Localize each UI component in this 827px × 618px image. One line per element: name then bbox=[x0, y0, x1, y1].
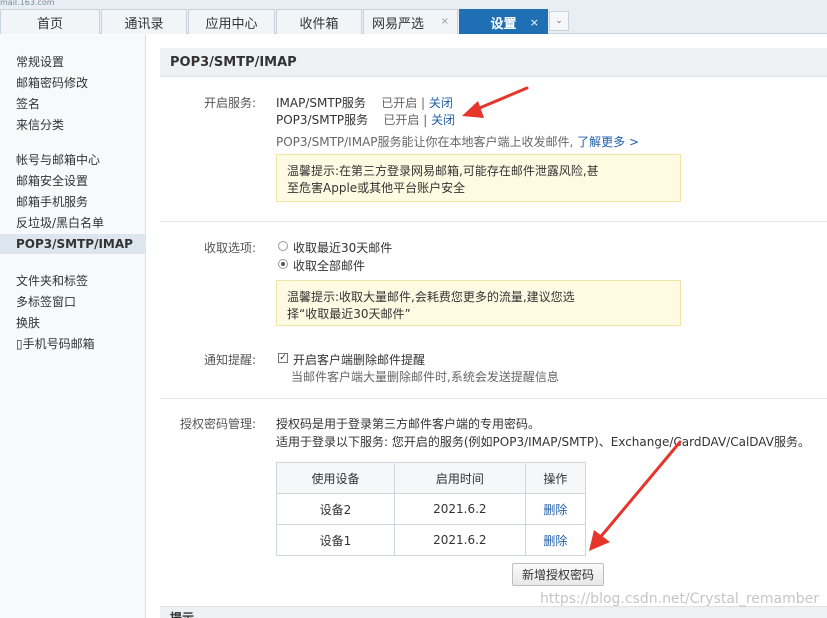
service-name: IMAP/SMTP服务 bbox=[276, 96, 366, 110]
auth-devices-table: 使用设备 启用时间 操作 设备2 2021.6.2 删除 设备1 2021.6.… bbox=[276, 462, 587, 556]
close-icon[interactable]: × bbox=[530, 16, 539, 29]
auth-label: 授权密码管理: bbox=[179, 417, 256, 431]
delete-link[interactable]: 删除 bbox=[543, 503, 567, 517]
notify-description: 当邮件客户端大量删除邮件时,系统会发送提醒信息 bbox=[291, 370, 559, 384]
column-header: 操作 bbox=[524, 462, 587, 494]
table-row: 设备1 2021.6.2 删除 bbox=[276, 524, 587, 556]
date-cell: 2021.6.2 bbox=[393, 524, 526, 556]
tab-label: 应用中心 bbox=[205, 16, 258, 32]
receive-label: 收取选项: bbox=[203, 241, 256, 255]
action-cell: 删除 bbox=[524, 493, 587, 525]
auth-line-1: 授权码是用于登录第三方邮件客户端的专用密码。 bbox=[276, 417, 541, 431]
option-label: 收取全部邮件 bbox=[293, 259, 366, 273]
sidebar-item-phone-service[interactable]: 邮箱手机服务 bbox=[0, 192, 146, 212]
tab-label: 设置 bbox=[490, 16, 517, 32]
tip-line: 温馨提示:收取大量邮件,会耗费您更多的流量,建议您选 bbox=[287, 290, 575, 304]
auth-line-2: 适用于登录以下服务: 您开启的服务(例如POP3/IMAP/SMTP)、Exch… bbox=[276, 435, 810, 449]
logo: mail.163.com bbox=[0, 0, 55, 6]
settings-main: POP3/SMTP/IMAP 开启服务: IMAP/SMTP服务 已开启 | 关… bbox=[160, 48, 827, 618]
sidebar-item-folders-labels[interactable]: 文件夹和标签 bbox=[0, 271, 146, 291]
tab-inbox[interactable]: 收件箱 bbox=[276, 9, 362, 34]
add-auth-password-button[interactable]: 新增授权密码 bbox=[512, 563, 604, 586]
sidebar-item-antispam[interactable]: 反垃圾/黑白名单 bbox=[0, 213, 146, 233]
tip-line: 择“收取最近30天邮件” bbox=[287, 307, 411, 321]
tab-label: 收件箱 bbox=[299, 16, 339, 32]
services-label: 开启服务: bbox=[203, 96, 256, 110]
chevron-down-icon[interactable]: ⌄ bbox=[549, 11, 569, 31]
phone-icon: ▯ bbox=[16, 337, 23, 351]
sidebar-item-skin[interactable]: 换肤 bbox=[0, 313, 146, 333]
sidebar-item-signature[interactable]: 签名 bbox=[0, 94, 146, 114]
tab-label: 通讯录 bbox=[124, 16, 164, 32]
date-cell: 2021.6.2 bbox=[393, 493, 526, 525]
table-row: 设备2 2021.6.2 删除 bbox=[276, 493, 587, 525]
option-label: 收取最近30天邮件 bbox=[293, 241, 393, 255]
tab-contacts[interactable]: 通讯录 bbox=[101, 9, 187, 34]
tip-line: 温馨提示:在第三方登录网易邮箱,可能存在邮件泄露风险,甚 bbox=[287, 164, 599, 178]
tab-home[interactable]: 首页 bbox=[0, 9, 100, 34]
top-tab-bar: mail.163.com 首页 通讯录 应用中心 收件箱 网易严选 × 设置 ×… bbox=[0, 0, 827, 34]
service-row-pop3: POP3/SMTP服务 已开启 | 关闭 bbox=[276, 111, 455, 128]
sidebar-item-mail-classify[interactable]: 来信分类 bbox=[0, 115, 146, 135]
next-section-title: 提示 bbox=[160, 606, 827, 618]
tab-label: 网易严选 bbox=[372, 16, 425, 32]
tip-line: 至危害Apple或其他平台账户安全 bbox=[287, 181, 466, 195]
service-status: 已开启 bbox=[383, 113, 420, 127]
sidebar-item-phone-mailbox[interactable]: ▯手机号码邮箱 bbox=[0, 334, 146, 354]
separator: | bbox=[421, 96, 426, 110]
close-icon[interactable]: × bbox=[441, 16, 449, 27]
tab-settings[interactable]: 设置 × bbox=[459, 9, 548, 34]
column-header: 使用设备 bbox=[276, 462, 395, 494]
settings-sidebar: 常规设置 邮箱密码修改 签名 来信分类 帐号与邮箱中心 邮箱安全设置 邮箱手机服… bbox=[0, 35, 146, 618]
device-cell: 设备1 bbox=[276, 524, 395, 556]
radio-recent-30-days[interactable] bbox=[278, 241, 288, 251]
section-title: POP3/SMTP/IMAP bbox=[160, 48, 827, 77]
delete-link[interactable]: 删除 bbox=[543, 534, 567, 548]
table-header-row: 使用设备 启用时间 操作 bbox=[276, 462, 587, 494]
security-tip: 温馨提示:在第三方登录网易邮箱,可能存在邮件泄露风险,甚 至危害Apple或其他… bbox=[276, 154, 681, 202]
sidebar-item-password[interactable]: 邮箱密码修改 bbox=[0, 73, 146, 93]
learn-more-link[interactable]: 了解更多 > bbox=[577, 135, 639, 149]
traffic-tip: 温馨提示:收取大量邮件,会耗费您更多的流量,建议您选 择“收取最近30天邮件” bbox=[276, 280, 681, 326]
action-cell: 删除 bbox=[524, 524, 587, 556]
notify-label: 通知提醒: bbox=[203, 353, 256, 367]
close-pop3-link[interactable]: 关闭 bbox=[431, 113, 455, 127]
column-header: 启用时间 bbox=[393, 462, 526, 494]
close-imap-link[interactable]: 关闭 bbox=[429, 96, 453, 110]
divider bbox=[160, 398, 827, 399]
notify-checkbox-label: 开启客户端删除邮件提醒 bbox=[293, 353, 426, 367]
sidebar-item-account-center[interactable]: 帐号与邮箱中心 bbox=[0, 150, 146, 170]
service-status: 已开启 bbox=[381, 96, 418, 110]
tab-label: 首页 bbox=[36, 16, 63, 32]
tab-app-center[interactable]: 应用中心 bbox=[188, 9, 275, 34]
sidebar-item-general[interactable]: 常规设置 bbox=[0, 52, 146, 72]
service-name: POP3/SMTP服务 bbox=[276, 113, 369, 127]
device-cell: 设备2 bbox=[276, 493, 395, 525]
divider bbox=[160, 221, 827, 222]
services-description: POP3/SMTP/IMAP服务能让你在本地客户端上收发邮件, 了解更多 > bbox=[276, 133, 639, 150]
notify-checkbox[interactable]: ✓ bbox=[278, 353, 288, 363]
sidebar-item-label: 手机号码邮箱 bbox=[22, 337, 95, 351]
radio-all-mail[interactable] bbox=[278, 259, 288, 269]
separator: | bbox=[423, 113, 428, 127]
service-row-imap: IMAP/SMTP服务 已开启 | 关闭 bbox=[276, 94, 453, 111]
sidebar-item-pop3-smtp-imap[interactable]: POP3/SMTP/IMAP bbox=[0, 234, 146, 254]
watermark: https://blog.csdn.net/Crystal_remamber bbox=[540, 591, 819, 607]
sidebar-item-security[interactable]: 邮箱安全设置 bbox=[0, 171, 146, 191]
sidebar-item-multi-tab[interactable]: 多标签窗口 bbox=[0, 292, 146, 312]
tab-yanxuan[interactable]: 网易严选 × bbox=[363, 9, 458, 34]
services-desc-text: POP3/SMTP/IMAP服务能让你在本地客户端上收发邮件, bbox=[276, 135, 574, 149]
